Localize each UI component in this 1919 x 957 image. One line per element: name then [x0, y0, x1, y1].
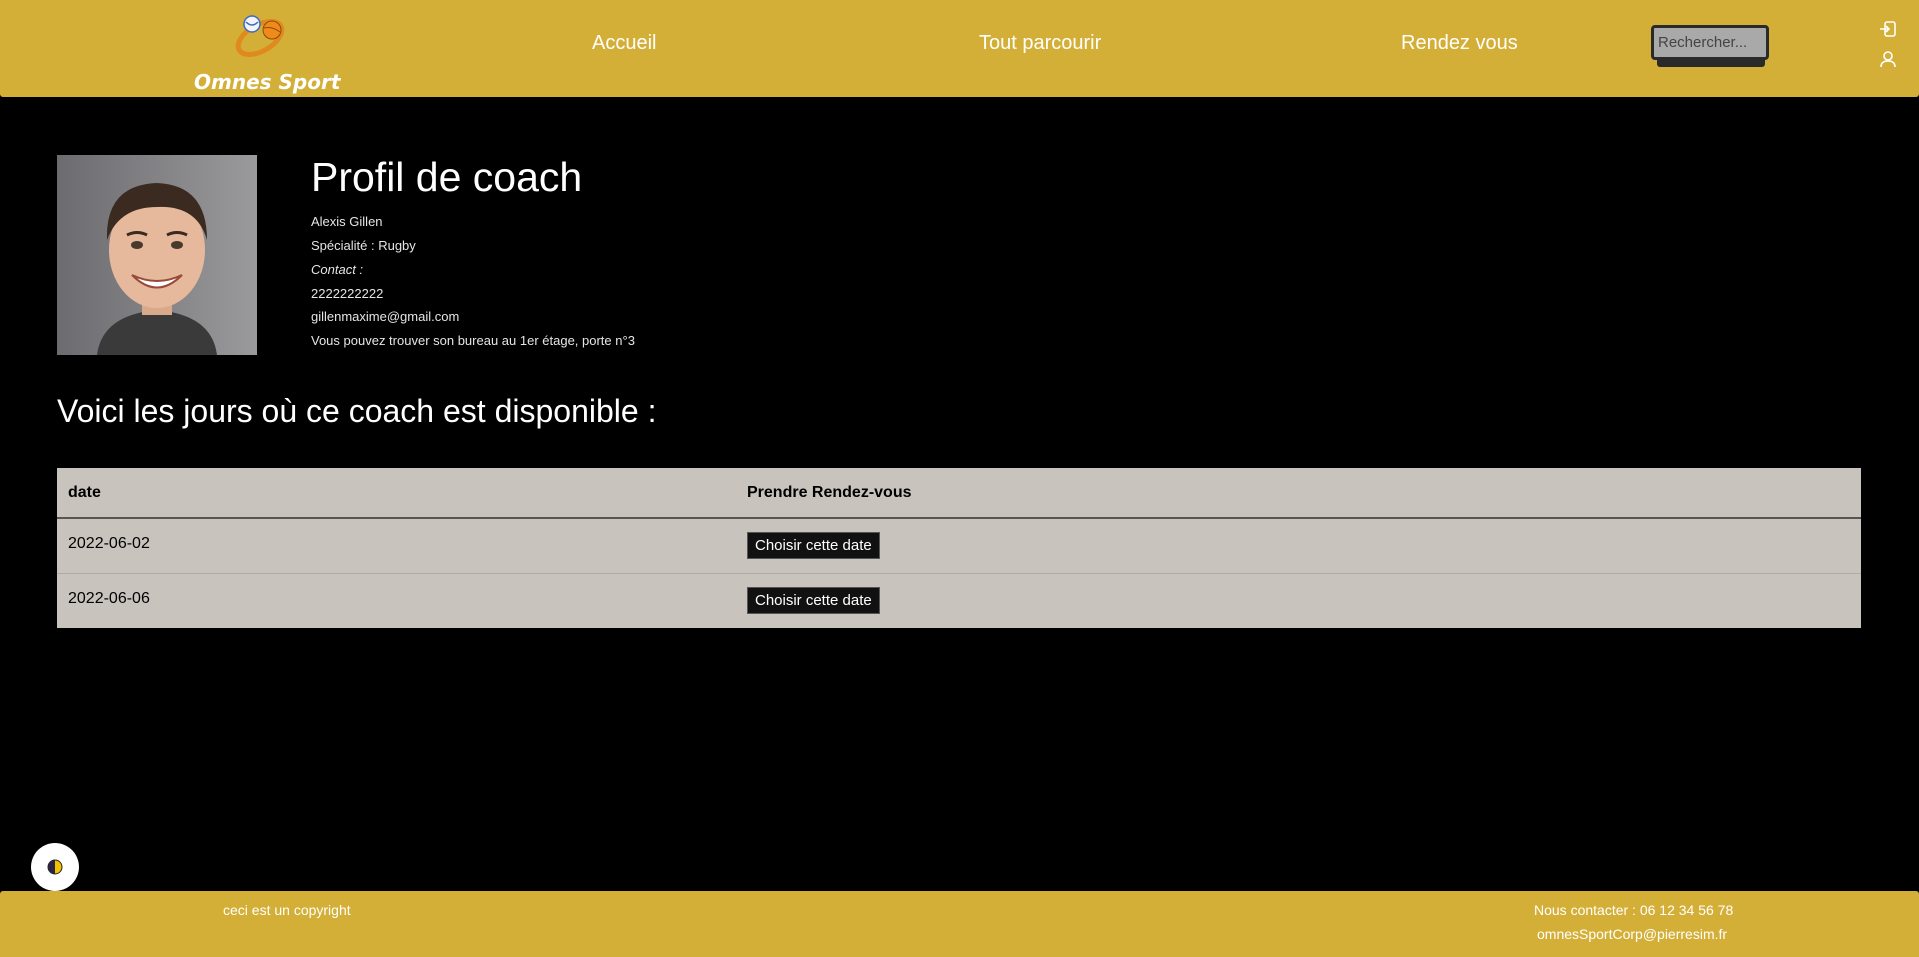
- contact-phone: Nous contacter : 06 12 34 56 78: [1534, 902, 1734, 918]
- coach-specialty: Spécialité : Rugby: [311, 238, 416, 253]
- search-input[interactable]: [1651, 25, 1769, 60]
- nav-home-link[interactable]: Accueil: [592, 32, 656, 55]
- coach-name: Alexis Gillen: [311, 214, 383, 229]
- site-header: Omnes Sport Accueil Tout parcourir Rende…: [0, 0, 1919, 97]
- action-cell: Choisir cette date: [736, 518, 1861, 574]
- coach-phone: 2222222222: [311, 286, 384, 301]
- logo-ball-icon: [235, 15, 285, 57]
- profile-title: Profil de coach: [311, 154, 583, 200]
- choose-date-button[interactable]: Choisir cette date: [747, 586, 880, 614]
- contact-email[interactable]: omnesSportCorp@pierresim.fr: [1537, 926, 1727, 942]
- date-cell: 2022-06-06: [68, 589, 150, 607]
- table-row: 2022-06-02 Choisir cette date: [57, 518, 1861, 574]
- table-row: 2022-06-06 Choisir cette date: [57, 573, 1861, 628]
- login-icon[interactable]: [1879, 20, 1899, 40]
- date-cell: 2022-06-02: [57, 518, 736, 574]
- choose-date-button[interactable]: Choisir cette date: [747, 532, 880, 559]
- user-icon[interactable]: [1879, 50, 1899, 70]
- action-cell: Choisir cette date: [736, 573, 1861, 628]
- site-footer: ceci est un copyright Nous contacter : 0…: [0, 891, 1919, 957]
- contrast-icon: [47, 859, 63, 875]
- availability-table: date Prendre Rendez-vous 2022-06-02 Choi…: [57, 468, 1861, 628]
- coach-email: gillenmaxime@gmail.com: [311, 309, 460, 324]
- search-shadow: [1657, 59, 1765, 67]
- column-header-date: date: [57, 468, 736, 519]
- column-header-action: Prendre Rendez-vous: [736, 468, 1861, 519]
- logo-text: Omnes Sport: [194, 70, 341, 94]
- site-logo[interactable]: Omnes Sport: [194, 4, 341, 94]
- nav-appointments-link[interactable]: Rendez vous: [1401, 32, 1518, 55]
- theme-toggle-button[interactable]: [31, 843, 79, 891]
- nav-browse-link[interactable]: Tout parcourir: [979, 32, 1101, 55]
- search-box: [1651, 25, 1769, 67]
- contact-label: Contact :: [311, 262, 364, 277]
- table-header-row: date Prendre Rendez-vous: [57, 468, 1861, 519]
- coach-photo: [57, 155, 257, 355]
- copyright-text: ceci est un copyright: [223, 902, 351, 918]
- availability-title: Voici les jours où ce coach est disponib…: [57, 393, 657, 429]
- coach-office: Vous pouvez trouver son bureau au 1er ét…: [311, 333, 635, 348]
